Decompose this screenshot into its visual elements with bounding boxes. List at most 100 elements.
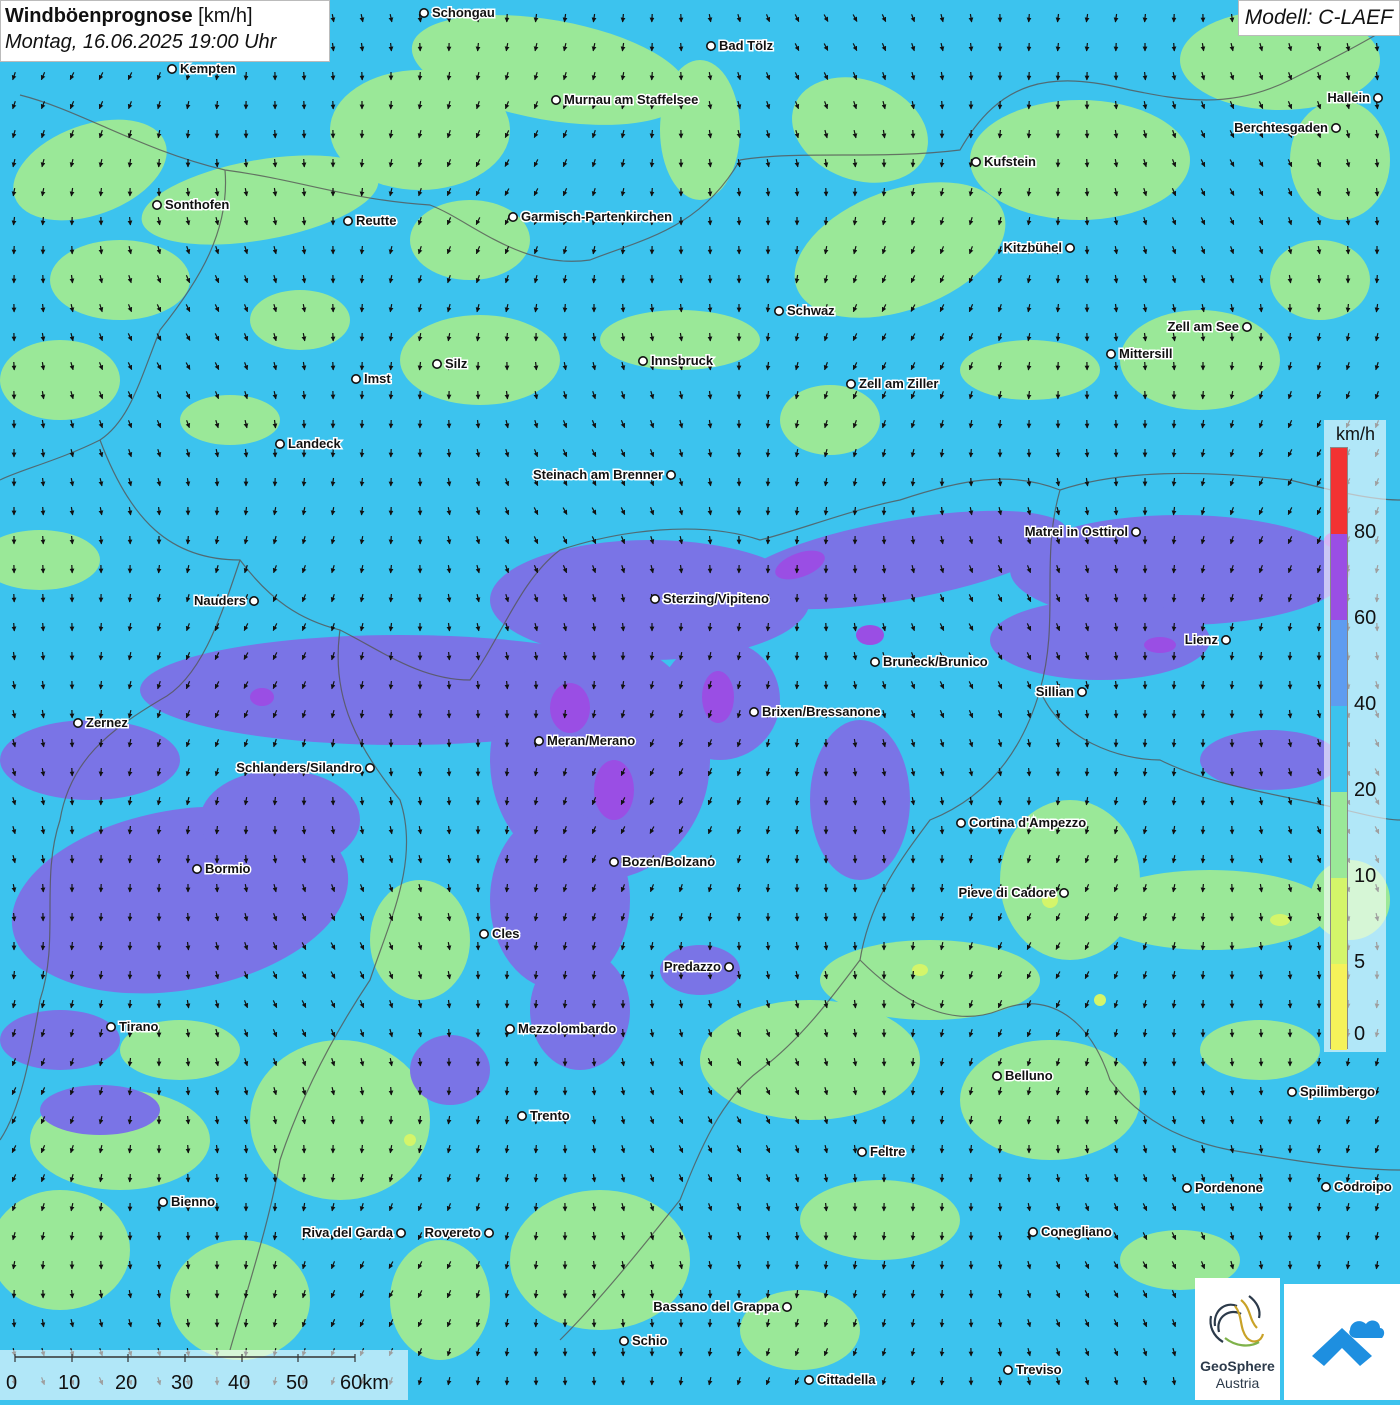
wind-arrow	[246, 159, 247, 167]
wind-arrow	[304, 159, 305, 167]
place-zell-am-ziller: Zell am Ziller	[847, 376, 939, 391]
wind-arrow	[1319, 1174, 1320, 1182]
place-marker	[344, 217, 352, 225]
wind-arrow	[362, 739, 363, 747]
place-label: Pieve di Cadore	[958, 885, 1056, 900]
wind-arrow	[1319, 1232, 1320, 1240]
wind-arrow	[710, 304, 711, 312]
wind-arrow	[1174, 623, 1175, 631]
wind-arrow	[507, 681, 508, 689]
wind-arrow	[362, 797, 363, 805]
wind-arrow	[507, 884, 508, 892]
wind-arrow	[1232, 362, 1233, 370]
place-marker	[506, 1025, 514, 1033]
wind-arrow	[971, 130, 972, 138]
wind-arrow	[1203, 942, 1204, 950]
wind-arrow	[304, 391, 305, 399]
place-label: Codroipo	[1334, 1179, 1392, 1194]
wind-arrow	[188, 913, 189, 921]
wind-arrow	[623, 1029, 624, 1037]
scale-label: 60km	[340, 1372, 389, 1395]
place-berchtesgaden: Berchtesgaden	[1234, 120, 1340, 135]
place-label: Rovereto	[425, 1225, 481, 1240]
wind-arrow	[1377, 275, 1378, 283]
map-title: Windböenprognose [km/h]	[5, 3, 325, 29]
wind-arrow	[449, 449, 450, 457]
place-label: Bruneck/Brunico	[883, 654, 988, 669]
place-schlanders-silandro: Schlanders/Silandro	[236, 760, 374, 775]
place-label: Bozen/Bolzano	[622, 854, 715, 869]
wind-arrow	[913, 1087, 914, 1095]
place-marker	[193, 865, 201, 873]
wind-arrow	[188, 1145, 189, 1153]
wind-arrow	[507, 913, 508, 921]
wind-arrow	[507, 797, 508, 805]
wind-arrow	[101, 739, 102, 747]
wind-arrow	[942, 1145, 943, 1153]
wind-arrow	[1087, 159, 1088, 167]
wind-arrow	[536, 362, 537, 370]
place-label: Garmisch-Partenkirchen	[521, 209, 672, 224]
wind-arrow	[159, 1261, 160, 1269]
place-marker	[651, 595, 659, 603]
wind-arrow	[304, 826, 305, 834]
place-marker	[153, 201, 161, 209]
wind-arrow	[159, 855, 160, 863]
wind-gust-map[interactable]: SchongauBad TölzKemptenHalleinMurnau am …	[0, 0, 1400, 1400]
wind-arrow	[72, 536, 73, 544]
wind-arrow	[1290, 1000, 1291, 1008]
place-label: Steinach am Brenner	[533, 467, 663, 482]
place-label: Pordenone	[1195, 1180, 1263, 1195]
wind-arrow	[942, 826, 943, 834]
wind-arrow	[362, 159, 363, 167]
title-text: Windböenprognose	[5, 5, 193, 27]
wind-arrow	[623, 14, 624, 22]
wind-arrow	[1029, 768, 1030, 776]
wind-arrow	[942, 1319, 943, 1327]
legend-tick-label: 5	[1354, 951, 1365, 974]
legend-tick-label: 40	[1354, 693, 1376, 716]
wind-arrow	[449, 681, 450, 689]
wind-arrow	[1290, 333, 1291, 341]
wind-arrow	[43, 942, 44, 950]
wind-arrow	[362, 449, 363, 457]
legend-tick-label: 10	[1354, 865, 1376, 888]
wind-arrow	[246, 1174, 247, 1182]
wind-arrow	[1174, 1029, 1175, 1037]
wind-arrow	[188, 1261, 189, 1269]
wind-arrow	[1087, 217, 1088, 225]
place-marker	[1243, 323, 1251, 331]
wind-arrow	[768, 884, 769, 892]
place-steinach-am-brenner: Steinach am Brenner	[533, 467, 675, 482]
wind-arrow	[449, 1029, 450, 1037]
wind-arrow	[1377, 217, 1378, 225]
wind-arrow	[797, 681, 798, 689]
place-brixen-bressanone: Brixen/Bressanone	[750, 704, 881, 719]
wind-arrow	[362, 1145, 363, 1153]
place-sterzing-vipiteno: Sterzing/Vipiteno	[651, 591, 769, 606]
wind-arrow	[942, 1290, 943, 1298]
wind-arrow	[14, 971, 15, 979]
title-unit: [km/h]	[198, 5, 252, 27]
legend-band	[1331, 706, 1347, 792]
wind-arrow	[797, 739, 798, 747]
place-marker	[1107, 350, 1115, 358]
place-marker	[433, 360, 441, 368]
wind-arrow	[797, 246, 798, 254]
wind-arrow	[246, 1261, 247, 1269]
wind-arrow	[43, 884, 44, 892]
wind-arrow	[1000, 1203, 1001, 1211]
wind-arrow	[1174, 1087, 1175, 1095]
wind-arrow	[913, 971, 914, 979]
wind-arrow	[1174, 449, 1175, 457]
color-legend: km/h 806040201050	[1324, 420, 1386, 1052]
wind-arrow	[652, 652, 653, 660]
wind-arrow	[652, 72, 653, 80]
place-marker	[1222, 636, 1230, 644]
wind-arrow	[1319, 1203, 1320, 1211]
place-conegliano: Conegliano	[1029, 1224, 1112, 1239]
wind-arrow	[565, 710, 566, 718]
wind-arrow	[913, 1232, 914, 1240]
wind-arrow	[652, 159, 653, 167]
wind-arrow	[826, 913, 827, 921]
